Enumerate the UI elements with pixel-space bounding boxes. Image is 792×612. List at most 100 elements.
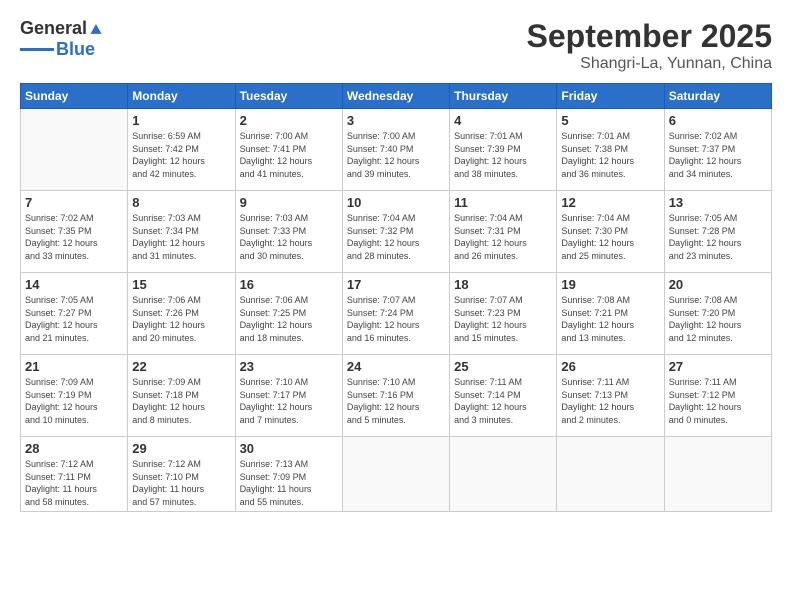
day-cell: 11Sunrise: 7:04 AM Sunset: 7:31 PM Dayli… (450, 191, 557, 273)
col-header-sunday: Sunday (21, 84, 128, 109)
week-row-2: 7 Sunrise: 7:02 AM Sunset: 7:35 PM Daylig… (21, 191, 772, 273)
day-cell (450, 437, 557, 512)
day-number: 26 (561, 359, 659, 374)
col-header-monday: Monday (128, 84, 235, 109)
day-number: 6 (669, 113, 767, 128)
day-cell: 19Sunrise: 7:08 AM Sunset: 7:21 PM Dayli… (557, 273, 664, 355)
day-cell: 8 Sunrise: 7:03 AM Sunset: 7:34 PM Daylig… (128, 191, 235, 273)
logo-blue-text: Blue (56, 39, 95, 60)
day-cell: 3 Sunrise: 7:00 AM Sunset: 7:40 PM Daylig… (342, 109, 449, 191)
day-number: 7 (25, 195, 123, 210)
day-info: Sunrise: 7:02 AM Sunset: 7:35 PM Dayligh… (25, 212, 123, 262)
day-info: Sunrise: 7:13 AM Sunset: 7:09 PM Dayligh… (240, 458, 338, 508)
day-cell (342, 437, 449, 512)
day-cell: 7 Sunrise: 7:02 AM Sunset: 7:35 PM Daylig… (21, 191, 128, 273)
day-cell: 14 Sunrise: 7:05 AM Sunset: 7:27 PM Dayli… (21, 273, 128, 355)
col-header-friday: Friday (557, 84, 664, 109)
day-number: 12 (561, 195, 659, 210)
day-info: Sunrise: 7:10 AM Sunset: 7:16 PM Dayligh… (347, 376, 445, 426)
day-cell: 15 Sunrise: 7:06 AM Sunset: 7:26 PM Dayli… (128, 273, 235, 355)
day-number: 16 (240, 277, 338, 292)
day-number: 9 (240, 195, 338, 210)
day-info: Sunrise: 7:08 AM Sunset: 7:20 PM Dayligh… (669, 294, 767, 344)
page: General Blue September 2025 Shangri-La, … (0, 0, 792, 612)
day-info: Sunrise: 7:07 AM Sunset: 7:23 PM Dayligh… (454, 294, 552, 344)
day-info: Sunrise: 7:10 AM Sunset: 7:17 PM Dayligh… (240, 376, 338, 426)
day-number: 25 (454, 359, 552, 374)
day-cell: 28Sunrise: 7:12 AM Sunset: 7:11 PM Dayli… (21, 437, 128, 512)
week-row-3: 14 Sunrise: 7:05 AM Sunset: 7:27 PM Dayli… (21, 273, 772, 355)
day-cell: 9Sunrise: 7:03 AM Sunset: 7:33 PM Daylig… (235, 191, 342, 273)
day-cell: 4 Sunrise: 7:01 AM Sunset: 7:39 PM Daylig… (450, 109, 557, 191)
day-number: 14 (25, 277, 123, 292)
day-info: Sunrise: 7:00 AM Sunset: 7:41 PM Dayligh… (240, 130, 338, 180)
day-info: Sunrise: 7:01 AM Sunset: 7:38 PM Dayligh… (561, 130, 659, 180)
day-cell: 29 Sunrise: 7:12 AM Sunset: 7:10 PM Dayli… (128, 437, 235, 512)
day-info: Sunrise: 7:01 AM Sunset: 7:39 PM Dayligh… (454, 130, 552, 180)
day-number: 18 (454, 277, 552, 292)
day-info: Sunrise: 7:05 AM Sunset: 7:28 PM Dayligh… (669, 212, 767, 262)
day-number: 10 (347, 195, 445, 210)
day-cell: 26 Sunrise: 7:11 AM Sunset: 7:13 PM Dayli… (557, 355, 664, 437)
day-info: Sunrise: 7:04 AM Sunset: 7:30 PM Dayligh… (561, 212, 659, 262)
day-number: 1 (132, 113, 230, 128)
logo-general-text: General (20, 18, 87, 39)
day-cell: 23 Sunrise: 7:10 AM Sunset: 7:17 PM Dayli… (235, 355, 342, 437)
day-number: 2 (240, 113, 338, 128)
day-cell: 2 Sunrise: 7:00 AM Sunset: 7:41 PM Daylig… (235, 109, 342, 191)
day-info: Sunrise: 7:06 AM Sunset: 7:26 PM Dayligh… (132, 294, 230, 344)
day-info: Sunrise: 7:05 AM Sunset: 7:27 PM Dayligh… (25, 294, 123, 344)
day-info: Sunrise: 7:11 AM Sunset: 7:13 PM Dayligh… (561, 376, 659, 426)
calendar-table: SundayMondayTuesdayWednesdayThursdayFrid… (20, 83, 772, 512)
day-info: Sunrise: 7:00 AM Sunset: 7:40 PM Dayligh… (347, 130, 445, 180)
day-info: Sunrise: 7:08 AM Sunset: 7:21 PM Dayligh… (561, 294, 659, 344)
day-cell (557, 437, 664, 512)
day-cell: 30Sunrise: 7:13 AM Sunset: 7:09 PM Dayli… (235, 437, 342, 512)
logo: General Blue (20, 18, 103, 60)
day-cell: 13Sunrise: 7:05 AM Sunset: 7:28 PM Dayli… (664, 191, 771, 273)
day-cell: 10 Sunrise: 7:04 AM Sunset: 7:32 PM Dayli… (342, 191, 449, 273)
day-number: 4 (454, 113, 552, 128)
day-cell (664, 437, 771, 512)
day-info: Sunrise: 7:09 AM Sunset: 7:19 PM Dayligh… (25, 376, 123, 426)
day-number: 21 (25, 359, 123, 374)
day-number: 5 (561, 113, 659, 128)
day-number: 17 (347, 277, 445, 292)
day-info: Sunrise: 6:59 AM Sunset: 7:42 PM Dayligh… (132, 130, 230, 180)
title-block: September 2025 Shangri-La, Yunnan, China (527, 18, 772, 73)
day-number: 23 (240, 359, 338, 374)
day-cell: 20 Sunrise: 7:08 AM Sunset: 7:20 PM Dayli… (664, 273, 771, 355)
week-row-4: 21 Sunrise: 7:09 AM Sunset: 7:19 PM Dayli… (21, 355, 772, 437)
header-row: SundayMondayTuesdayWednesdayThursdayFrid… (21, 84, 772, 109)
day-info: Sunrise: 7:04 AM Sunset: 7:32 PM Dayligh… (347, 212, 445, 262)
day-number: 8 (132, 195, 230, 210)
day-cell: 25 Sunrise: 7:11 AM Sunset: 7:14 PM Dayli… (450, 355, 557, 437)
day-number: 22 (132, 359, 230, 374)
day-cell: 5 Sunrise: 7:01 AM Sunset: 7:38 PM Daylig… (557, 109, 664, 191)
day-info: Sunrise: 7:12 AM Sunset: 7:11 PM Dayligh… (25, 458, 123, 508)
day-number: 11 (454, 195, 552, 210)
day-cell: 12 Sunrise: 7:04 AM Sunset: 7:30 PM Dayli… (557, 191, 664, 273)
day-number: 15 (132, 277, 230, 292)
day-number: 29 (132, 441, 230, 456)
day-number: 20 (669, 277, 767, 292)
day-info: Sunrise: 7:11 AM Sunset: 7:14 PM Dayligh… (454, 376, 552, 426)
day-cell: 21 Sunrise: 7:09 AM Sunset: 7:19 PM Dayli… (21, 355, 128, 437)
day-cell: 17Sunrise: 7:07 AM Sunset: 7:24 PM Dayli… (342, 273, 449, 355)
day-info: Sunrise: 7:12 AM Sunset: 7:10 PM Dayligh… (132, 458, 230, 508)
header: General Blue September 2025 Shangri-La, … (20, 18, 772, 73)
logo-text: General (20, 18, 103, 39)
day-number: 24 (347, 359, 445, 374)
week-row-1: 1 Sunrise: 6:59 AM Sunset: 7:42 PM Daylig… (21, 109, 772, 191)
col-header-thursday: Thursday (450, 84, 557, 109)
day-number: 3 (347, 113, 445, 128)
month-title: September 2025 (527, 18, 772, 55)
location-title: Shangri-La, Yunnan, China (527, 55, 772, 73)
day-cell: 24 Sunrise: 7:10 AM Sunset: 7:16 PM Dayli… (342, 355, 449, 437)
col-header-wednesday: Wednesday (342, 84, 449, 109)
col-header-saturday: Saturday (664, 84, 771, 109)
day-number: 27 (669, 359, 767, 374)
day-info: Sunrise: 7:03 AM Sunset: 7:34 PM Dayligh… (132, 212, 230, 262)
col-header-tuesday: Tuesday (235, 84, 342, 109)
day-info: Sunrise: 7:02 AM Sunset: 7:37 PM Dayligh… (669, 130, 767, 180)
